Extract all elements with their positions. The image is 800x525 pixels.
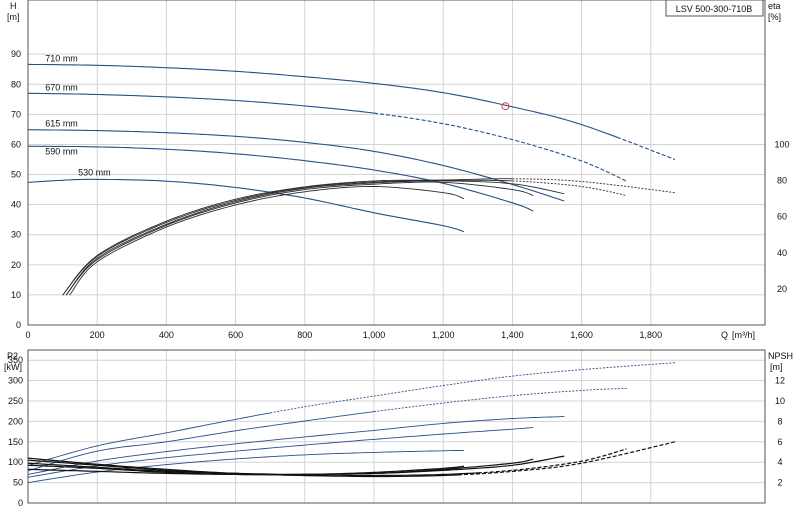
chart-title-box: LSV 500-300-710B <box>665 0 764 17</box>
curve-label: 590 mm <box>45 147 78 157</box>
chart-title: LSV 500-300-710B <box>676 4 753 14</box>
axes <box>27 0 766 504</box>
y-tick-label: 0 <box>16 320 21 330</box>
head-curve <box>27 178 465 233</box>
power-tick-label: 250 <box>8 396 23 406</box>
curve-label: 530 mm <box>78 167 111 177</box>
y-tick-label: 60 <box>11 139 21 149</box>
power-tick-label: 100 <box>8 457 23 467</box>
y2-tick-label: 40 <box>777 248 787 258</box>
top-axis-titles: H [m] eta [%] Q [m³/h] <box>7 1 781 340</box>
npsh-tick-label: 8 <box>777 416 782 426</box>
efficiency-curve <box>62 178 513 296</box>
y-axis-label: H <box>10 1 17 11</box>
top-plot-frame <box>27 0 766 326</box>
x-tick-label: 0 <box>25 330 30 340</box>
y-tick-label: 40 <box>11 200 21 210</box>
npsh-tick-label: 2 <box>777 478 782 488</box>
power-axis-unit: [kW] <box>4 362 22 372</box>
x-tick-label: 400 <box>159 330 174 340</box>
power-tick-label: 200 <box>8 416 23 426</box>
npsh-curve-extended <box>477 448 627 474</box>
efficiency-curve-extended <box>512 180 627 196</box>
npsh-tick-label: 12 <box>775 376 785 386</box>
npsh-curve-extended <box>457 441 676 476</box>
x-tick-label: 1,600 <box>570 330 593 340</box>
x-tick-label: 200 <box>90 330 105 340</box>
x-tick-label: 1,000 <box>363 330 386 340</box>
head-curve-extended <box>616 136 676 161</box>
power-tick-label: 150 <box>8 437 23 447</box>
curve-label: 670 mm <box>45 82 78 92</box>
npsh-axis-label: NPSH <box>768 351 793 361</box>
y-tick-label: 20 <box>11 260 21 270</box>
x-tick-label: 1,200 <box>432 330 455 340</box>
y-tick-label: 10 <box>11 290 21 300</box>
head-curve <box>28 63 618 138</box>
y-tick-label: 70 <box>11 109 21 119</box>
x-tick-label: 800 <box>297 330 312 340</box>
npsh-tick-label: 10 <box>775 396 785 406</box>
efficiency-curve <box>65 181 534 296</box>
x-axis-label: Q <box>721 330 728 340</box>
series: 710 mm 670 mm 615 mm 590 mm530 mm <box>27 54 676 484</box>
npsh-axis-unit: [m] <box>770 362 783 372</box>
x-tick-label: 1,800 <box>640 330 663 340</box>
power-curve-extended <box>270 362 676 414</box>
npsh-tick-label: 6 <box>777 437 782 447</box>
y2-axis-unit: [%] <box>768 12 781 22</box>
head-curve <box>28 92 375 114</box>
x-tick-label: 1,400 <box>501 330 524 340</box>
bottom-axis-titles: P2 [kW] NPSH [m] <box>4 351 793 372</box>
pump-performance-chart: 0 200 400 600 800 1,000 1,200 1,400 1,600 1,800 0 1… <box>0 0 800 520</box>
head-curve <box>28 129 565 202</box>
head-curve-extended <box>373 112 627 182</box>
chart-canvas: 0 200 400 600 800 1,000 1,200 1,400 1,600 1,80001… <box>4 0 793 508</box>
head-curve <box>28 145 534 212</box>
power-curve-extended <box>373 387 627 413</box>
efficiency-curve <box>62 179 513 296</box>
curve-label: 710 mm <box>45 54 78 64</box>
y2-tick-label: 80 <box>777 176 787 186</box>
bottom-plot-frame <box>27 349 766 504</box>
y-axis-unit: [m] <box>7 12 20 22</box>
x-tick-label: 600 <box>228 330 243 340</box>
power-tick-label: 300 <box>8 376 23 386</box>
npsh-tick-label: 4 <box>777 457 782 467</box>
y-tick-label: 30 <box>11 230 21 240</box>
power-tick-label: 0 <box>18 498 23 508</box>
power-axis-label: P2 <box>7 351 18 361</box>
y-tick-label: 50 <box>11 170 21 180</box>
y2-axis-label: eta <box>768 1 781 11</box>
tick-labels: 0 200 400 600 800 1,000 1,200 1,400 1,600 1,80001… <box>8 49 790 508</box>
y2-tick-label: 60 <box>777 212 787 222</box>
y-tick-label: 90 <box>11 49 21 59</box>
y-tick-label: 80 <box>11 79 21 89</box>
power-tick-label: 50 <box>13 478 23 488</box>
grid <box>27 0 765 503</box>
power-curve <box>27 412 271 466</box>
y2-tick-label: 20 <box>777 284 787 294</box>
curve-label: 615 mm <box>45 118 78 128</box>
x-axis-unit: [m³/h] <box>732 330 755 340</box>
y2-tick-label: 100 <box>774 139 789 149</box>
